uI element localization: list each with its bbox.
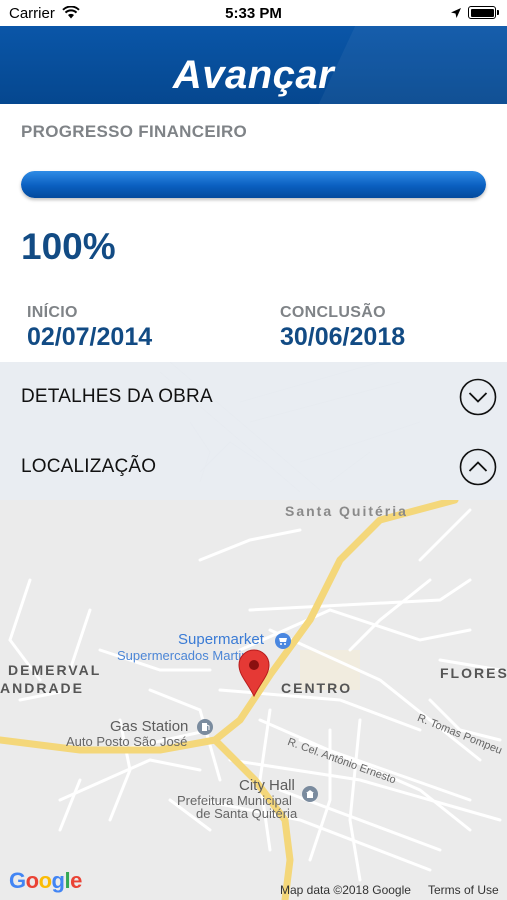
app-logo: Avançar <box>172 53 335 97</box>
work-details-label: DETALHES DA OBRA <box>21 386 213 407</box>
location-map[interactable]: Santa Quitéria DEMERVAL ANDRADE CENTRO F… <box>0 500 507 900</box>
financial-progress-title: PROGRESSO FINANCEIRO <box>21 122 248 141</box>
start-date-value: 02/07/2014 <box>27 323 153 351</box>
poi-supermarket-name: Supermercados Martins <box>117 648 255 663</box>
place-flores: FLORES <box>440 665 507 681</box>
place-demerval: DEMERVAL <box>8 662 102 678</box>
app-header: Avançar <box>0 26 507 104</box>
poi-supermarket[interactable]: Supermarket <box>178 631 264 648</box>
map-attribution: Map data ©2018 Google <box>280 883 411 897</box>
place-andrade: ANDRADE <box>0 680 84 696</box>
gas-pump-icon <box>197 719 213 735</box>
status-bar: Carrier 5:33 PM <box>0 0 507 26</box>
status-time: 5:33 PM <box>225 5 282 22</box>
progress-fill <box>21 171 486 198</box>
location-label: LOCALIZAÇÃO <box>21 456 157 477</box>
battery-icon <box>468 6 499 19</box>
chevron-up-icon[interactable] <box>459 448 497 486</box>
terms-of-use-link[interactable]: Terms of Use <box>428 883 499 897</box>
accordion-location[interactable]: LOCALIZAÇÃO <box>0 432 507 502</box>
place-santa-quiteria: Santa Quitéria <box>285 503 408 519</box>
location-arrow-icon <box>450 6 462 23</box>
map-roads <box>0 500 502 900</box>
poi-gas-station-name: Auto Posto São José <box>66 734 188 749</box>
chevron-down-icon[interactable] <box>459 378 497 416</box>
financial-progress-bar <box>21 171 486 198</box>
poi-gas-station[interactable]: Gas Station <box>110 718 188 735</box>
poi-city-hall-name-2: de Santa Quitéria <box>196 806 298 821</box>
poi-city-hall[interactable]: City Hall <box>239 777 295 794</box>
end-date-value: 30/06/2018 <box>280 323 406 351</box>
end-date-label: CONCLUSÃO <box>280 304 386 321</box>
start-date-label: INÍCIO <box>27 304 78 321</box>
city-hall-icon <box>302 786 318 802</box>
progress-percent: 100% <box>21 226 116 267</box>
accordion-work-details[interactable]: DETALHES DA OBRA <box>0 362 507 432</box>
shopping-cart-icon <box>275 633 291 649</box>
location-pin-icon[interactable] <box>237 648 271 698</box>
place-centro: CENTRO <box>281 680 353 696</box>
google-logo: Google <box>9 868 82 893</box>
